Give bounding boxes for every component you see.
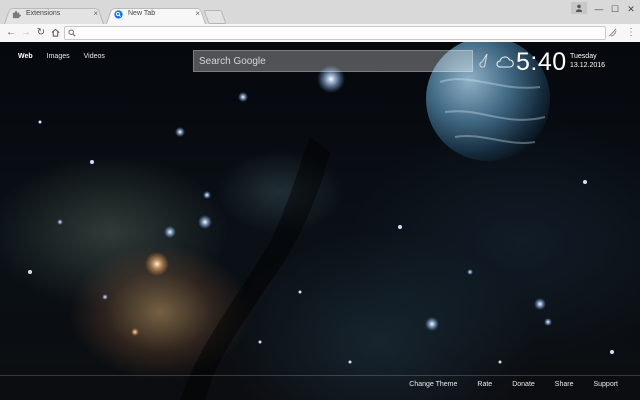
close-window-button[interactable]: ✕ <box>622 2 640 16</box>
space-wallpaper <box>28 42 614 400</box>
nav-link-web[interactable]: Web <box>18 53 33 60</box>
date-label: 13.12.2016 <box>570 62 606 69</box>
chrome-menu-icon[interactable]: ⋮ <box>626 26 636 39</box>
clock-time: 5:40 <box>516 48 567 76</box>
google-search-icon <box>114 10 123 19</box>
new-tab-button[interactable] <box>203 10 227 24</box>
support-link[interactable]: Support <box>593 381 618 388</box>
weekday-label: Tuesday <box>570 53 597 60</box>
search-icon <box>68 29 76 37</box>
reload-button[interactable]: ↻ <box>35 26 47 39</box>
clock-date: Tuesday 13.12.2016 <box>570 52 605 70</box>
new-tab-page: Web Images Videos 5:40 Tuesday 13.12.201… <box>0 42 640 400</box>
tab-title: New Tab <box>128 10 156 17</box>
tab-close-button[interactable]: × <box>93 9 98 18</box>
tab-title: Extensions <box>26 10 61 17</box>
extension-icon[interactable] <box>608 26 618 42</box>
donate-link[interactable]: Donate <box>512 381 535 388</box>
back-button[interactable]: ← <box>5 26 17 39</box>
rate-link[interactable]: Rate <box>477 381 492 388</box>
user-profile-icon[interactable] <box>571 2 587 14</box>
browser-toolbar: ← → ↻ ⋮ <box>0 24 640 43</box>
home-button[interactable] <box>49 26 61 39</box>
forward-button[interactable]: → <box>20 26 32 39</box>
thermometer-icon[interactable] <box>478 53 490 69</box>
tab-extensions[interactable]: Extensions × <box>4 6 104 24</box>
search-input[interactable] <box>194 51 472 72</box>
change-theme-link[interactable]: Change Theme <box>409 381 457 388</box>
nav-link-images[interactable]: Images <box>47 53 70 60</box>
tab-new-tab[interactable]: New Tab × <box>106 6 206 24</box>
search-type-nav: Web Images Videos <box>18 53 105 60</box>
address-bar[interactable] <box>64 26 606 40</box>
share-link[interactable]: Share <box>555 381 574 388</box>
puzzle-icon <box>12 11 21 19</box>
tab-close-button[interactable]: × <box>195 9 200 18</box>
cloud-icon[interactable] <box>495 55 515 69</box>
browser-chrome: Extensions × New Tab × — ☐ ✕ ← → ↻ ⋮ <box>0 0 640 43</box>
search-box <box>193 50 473 72</box>
footer-bar: Change Theme Rate Donate Share Support <box>0 375 640 400</box>
nav-link-videos[interactable]: Videos <box>84 53 105 60</box>
tab-strip: Extensions × New Tab × — ☐ ✕ <box>0 0 640 24</box>
